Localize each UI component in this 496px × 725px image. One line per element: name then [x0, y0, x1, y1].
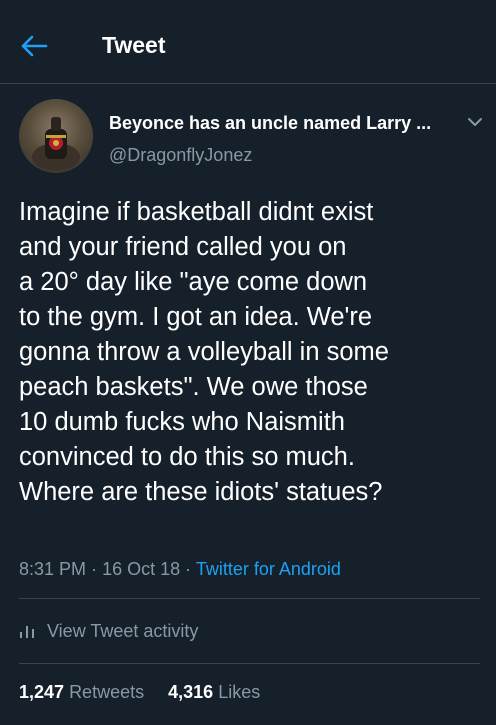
meta-separator: ·	[185, 559, 192, 579]
retweets-count: 1,247	[19, 682, 65, 702]
top-app-bar: Tweet	[0, 0, 496, 84]
tweet-text-line: to the gym. I got an idea. We're	[19, 303, 373, 331]
arrow-left-icon	[21, 35, 48, 57]
tweet-text-line: peach baskets". We owe those	[19, 373, 368, 401]
bar-chart-icon	[20, 626, 34, 638]
tweet-text: Imagine if basketball didnt exist and yo…	[19, 195, 489, 510]
tweet-text-line: and your friend called you on	[19, 233, 347, 261]
retweets-stat[interactable]: 1,247 Retweets	[19, 682, 149, 702]
likes-label: Likes	[218, 682, 261, 702]
tweet-text-line: Imagine if basketball didnt exist	[19, 198, 374, 226]
retweets-label: Retweets	[69, 682, 145, 702]
divider	[19, 598, 480, 599]
engagement-stats: 1,247 Retweets 4,316 Likes	[19, 680, 260, 704]
likes-stat[interactable]: 4,316 Likes	[168, 682, 260, 702]
back-button[interactable]	[14, 26, 54, 66]
display-name[interactable]: Beyonce has an uncle named Larry ...	[109, 111, 454, 135]
tweet-date: 16 Oct 18	[102, 559, 181, 579]
meta-separator: ·	[91, 559, 98, 579]
tweet-time: 8:31 PM	[19, 559, 87, 579]
tweet-text-line: gonna throw a volleyball in some	[19, 338, 389, 366]
user-handle[interactable]: @DragonflyJonez	[109, 143, 252, 167]
view-tweet-activity-button[interactable]: View Tweet activity	[19, 618, 198, 644]
divider	[19, 663, 480, 664]
view-tweet-activity-label: View Tweet activity	[47, 620, 199, 641]
tweet-text-line: 10 dumb fucks who Naismith	[19, 408, 345, 436]
tweet-text-line: convinced to do this so much.	[19, 443, 355, 471]
avatar[interactable]	[19, 99, 93, 173]
tweet-text-line: Where are these idiots' statues?	[19, 478, 383, 506]
tweet-text-line: a 20° day like "aye come down	[19, 268, 368, 296]
avatar-image	[32, 117, 80, 171]
tweet-source-link[interactable]: Twitter for Android	[196, 559, 341, 579]
tweet-detail-screen: Tweet Beyonce has an uncle named Larry .…	[0, 0, 496, 725]
page-title: Tweet	[102, 32, 166, 58]
chevron-down-icon	[468, 118, 482, 126]
tweet-options-button[interactable]	[464, 112, 486, 132]
tweet-metadata: 8:31 PM · 16 Oct 18 · Twitter for Androi…	[19, 557, 341, 581]
likes-count: 4,316	[168, 682, 214, 702]
